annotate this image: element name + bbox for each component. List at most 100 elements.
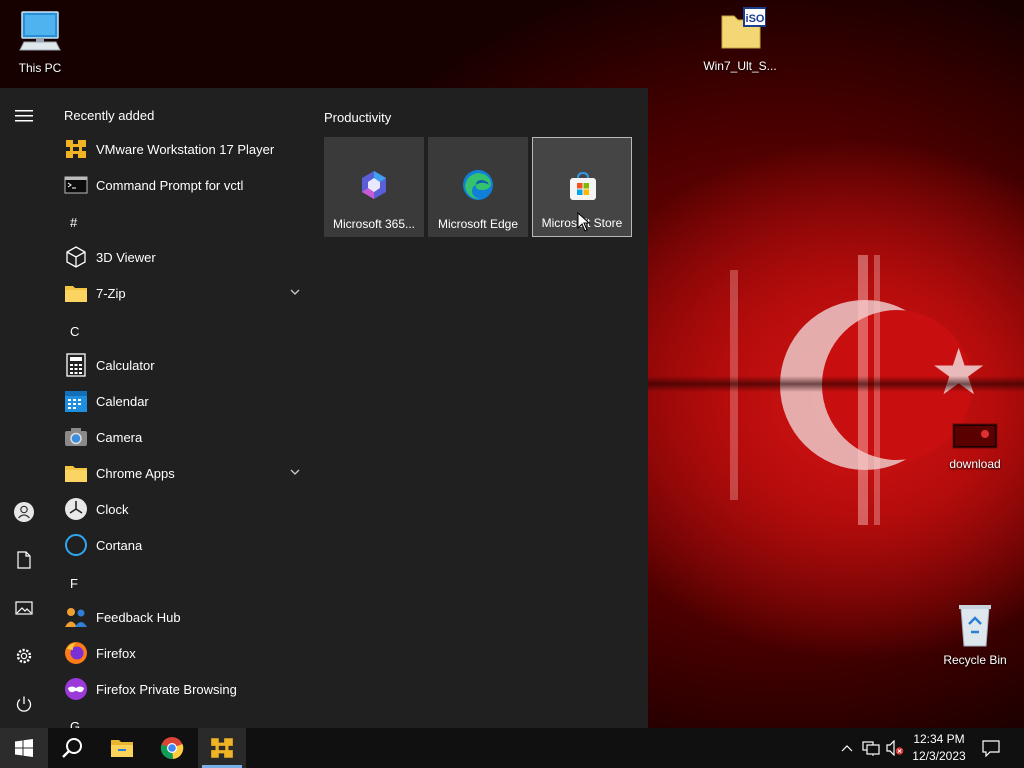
- app-feedback-hub[interactable]: Feedback Hub: [48, 599, 312, 635]
- app-label: Firefox: [96, 645, 136, 661]
- tile-microsoft-edge[interactable]: Microsoft Edge: [428, 137, 528, 237]
- app-label: VMware Workstation 17 Player: [96, 141, 275, 157]
- show-hidden-icons-button[interactable]: [838, 739, 856, 757]
- documents-button[interactable]: [0, 540, 48, 580]
- settings-gear-icon: [16, 648, 32, 664]
- app-folder-7zip[interactable]: 7-Zip: [48, 275, 312, 311]
- app-label: Feedback Hub: [96, 609, 181, 625]
- firefox-private-icon: [64, 677, 88, 701]
- folder-icon: [64, 461, 88, 485]
- mouse-cursor-icon: [577, 212, 591, 232]
- tile-label: Microsoft 365...: [332, 217, 416, 231]
- 3d-cube-icon: [64, 245, 88, 269]
- taskbar-clock[interactable]: 12:34 PM 12/3/2023: [906, 731, 972, 765]
- clock-date: 12/3/2023: [912, 749, 966, 763]
- power-icon: [16, 696, 32, 712]
- desktop-icon-label: Recycle Bin: [943, 653, 1007, 667]
- app-firefox-private[interactable]: Firefox Private Browsing: [48, 671, 312, 707]
- chevron-down-icon[interactable]: [290, 287, 300, 297]
- clock-time: 12:34 PM: [913, 732, 965, 746]
- computer-icon: [19, 11, 61, 51]
- vmware-icon: [211, 738, 233, 758]
- start-menu-rail: [0, 88, 48, 728]
- taskbar: 12:34 PM 12/3/2023: [0, 728, 1024, 768]
- app-cortana[interactable]: Cortana: [48, 527, 312, 563]
- vmware-icon: [64, 137, 88, 161]
- settings-button[interactable]: [0, 636, 48, 676]
- file-explorer-icon: [111, 740, 133, 757]
- iso-file-icon: iSO: [721, 7, 767, 49]
- user-account-button[interactable]: [0, 492, 48, 532]
- app-camera[interactable]: Camera: [48, 419, 312, 455]
- search-button[interactable]: [48, 728, 96, 768]
- app-vmware-workstation[interactable]: VMware Workstation 17 Player: [48, 131, 312, 167]
- app-label: Command Prompt for vctl: [96, 177, 244, 193]
- documents-icon: [17, 551, 31, 569]
- pictures-icon: [15, 601, 33, 615]
- app-command-prompt-vctl[interactable]: Command Prompt for vctl: [48, 167, 312, 203]
- group-header-c[interactable]: C: [48, 313, 312, 349]
- desktop-icon-this-pc[interactable]: This PC: [0, 8, 80, 75]
- windows-start-icon: [15, 739, 33, 757]
- tile-microsoft-365[interactable]: Microsoft 365...: [324, 137, 424, 237]
- app-label: Camera: [96, 429, 143, 445]
- tile-label: Microsoft Edge: [437, 217, 519, 231]
- app-label: Chrome Apps: [96, 465, 175, 481]
- taskbar-file-explorer[interactable]: [98, 728, 146, 768]
- volume-muted-icon: [886, 740, 904, 756]
- wallpaper-band: [648, 376, 1024, 392]
- action-center-button[interactable]: [982, 739, 1000, 757]
- pictures-button[interactable]: [0, 588, 48, 628]
- group-header-g[interactable]: G: [48, 708, 312, 729]
- group-header-hash[interactable]: #: [48, 204, 312, 240]
- clock-icon: [64, 497, 88, 521]
- group-letter: G: [70, 718, 81, 729]
- folder-icon: [64, 281, 88, 305]
- app-label: 3D Viewer: [96, 249, 156, 265]
- app-label: Clock: [96, 501, 129, 517]
- app-clock[interactable]: Clock: [48, 491, 312, 527]
- app-firefox[interactable]: Firefox: [48, 635, 312, 671]
- app-label: Cortana: [96, 537, 143, 553]
- start-menu: Recently added VMware Workstation 17 Pla…: [0, 88, 648, 728]
- app-folder-chrome-apps[interactable]: Chrome Apps: [48, 455, 312, 491]
- microsoft-365-icon: [362, 171, 386, 199]
- app-calculator[interactable]: Calculator: [48, 347, 312, 383]
- network-status-button[interactable]: [862, 739, 880, 757]
- app-label: Calendar: [96, 393, 149, 409]
- feedback-hub-icon: [64, 605, 88, 629]
- calendar-icon: [64, 389, 88, 413]
- firefox-icon: [64, 641, 88, 665]
- tiles-group-header[interactable]: Productivity: [324, 110, 391, 125]
- user-account-icon: [14, 502, 34, 522]
- desktop-icon-label: download: [949, 457, 1001, 471]
- chrome-icon: [160, 737, 184, 760]
- group-letter: #: [70, 214, 78, 230]
- store-bag-icon: [570, 171, 596, 200]
- taskbar-vmware[interactable]: [198, 728, 246, 768]
- group-letter: C: [70, 323, 80, 339]
- volume-button[interactable]: [886, 739, 904, 757]
- cortana-ring-icon: [64, 533, 88, 557]
- action-center-icon: [982, 740, 1000, 757]
- desktop-icon-label: Win7_Ult_S...: [703, 59, 777, 73]
- app-calendar[interactable]: Calendar: [48, 383, 312, 419]
- expand-menu-button[interactable]: [0, 96, 48, 136]
- desktop-icon-download[interactable]: download: [935, 420, 1015, 471]
- chevron-down-icon[interactable]: [290, 467, 300, 477]
- desktop-icon-label: This PC: [18, 61, 62, 75]
- edge-icon: [463, 170, 493, 200]
- start-button[interactable]: [0, 728, 48, 768]
- desktop-icon-iso-file[interactable]: iSO Win7_Ult_S...: [700, 6, 780, 73]
- camera-icon: [64, 425, 88, 449]
- tiles-area: Productivity Microsoft 365... Microsoft …: [312, 88, 648, 728]
- app-label: Calculator: [96, 357, 155, 373]
- group-header-f[interactable]: F: [48, 565, 312, 601]
- recently-added-header: Recently added: [64, 108, 155, 123]
- app-3d-viewer[interactable]: 3D Viewer: [48, 239, 312, 275]
- power-button[interactable]: [0, 684, 48, 724]
- taskbar-chrome[interactable]: [148, 728, 196, 768]
- chevron-up-icon: [841, 745, 853, 752]
- desktop-icon-recycle-bin[interactable]: Recycle Bin: [935, 602, 1015, 667]
- network-icon: [862, 741, 880, 756]
